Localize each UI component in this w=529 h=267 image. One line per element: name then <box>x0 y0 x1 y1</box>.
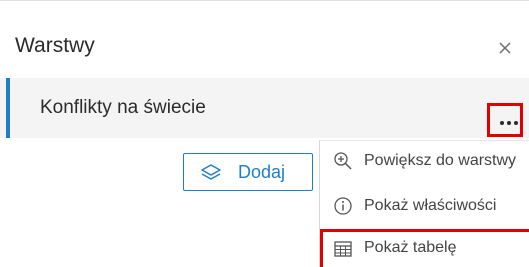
layers-icon <box>200 162 222 189</box>
info-icon <box>333 196 353 216</box>
panel-title: Warstwy <box>15 34 95 57</box>
menu-item-zoom-to-layer[interactable]: Powiększ do warstwy <box>320 142 529 182</box>
layer-selected-indicator <box>6 78 10 138</box>
layer-list-item[interactable]: Konflikty na świecie <box>0 78 529 138</box>
menu-item-show-table[interactable]: Pokaż tabelę <box>320 229 529 267</box>
menu-item-label: Pokaż właściwości <box>364 197 497 214</box>
more-horizontal-icon <box>500 121 518 125</box>
menu-item-show-properties[interactable]: Pokaż właściwości <box>320 187 529 227</box>
add-layer-button[interactable]: Dodaj <box>183 153 313 191</box>
menu-item-label: Pokaż tabelę <box>364 239 457 256</box>
layer-name: Konflikty na świecie <box>40 97 206 118</box>
close-button[interactable] <box>494 37 516 59</box>
close-icon <box>494 37 516 59</box>
panel-header: Warstwy <box>0 1 529 77</box>
layer-options-button[interactable] <box>487 103 523 137</box>
zoom-in-icon <box>333 151 353 171</box>
layer-options-menu: Powiększ do warstwy Pokaż właściwości Po… <box>319 140 529 267</box>
table-icon <box>333 239 353 259</box>
menu-item-label: Powiększ do warstwy <box>364 152 517 169</box>
add-layer-label: Dodaj <box>238 162 286 182</box>
